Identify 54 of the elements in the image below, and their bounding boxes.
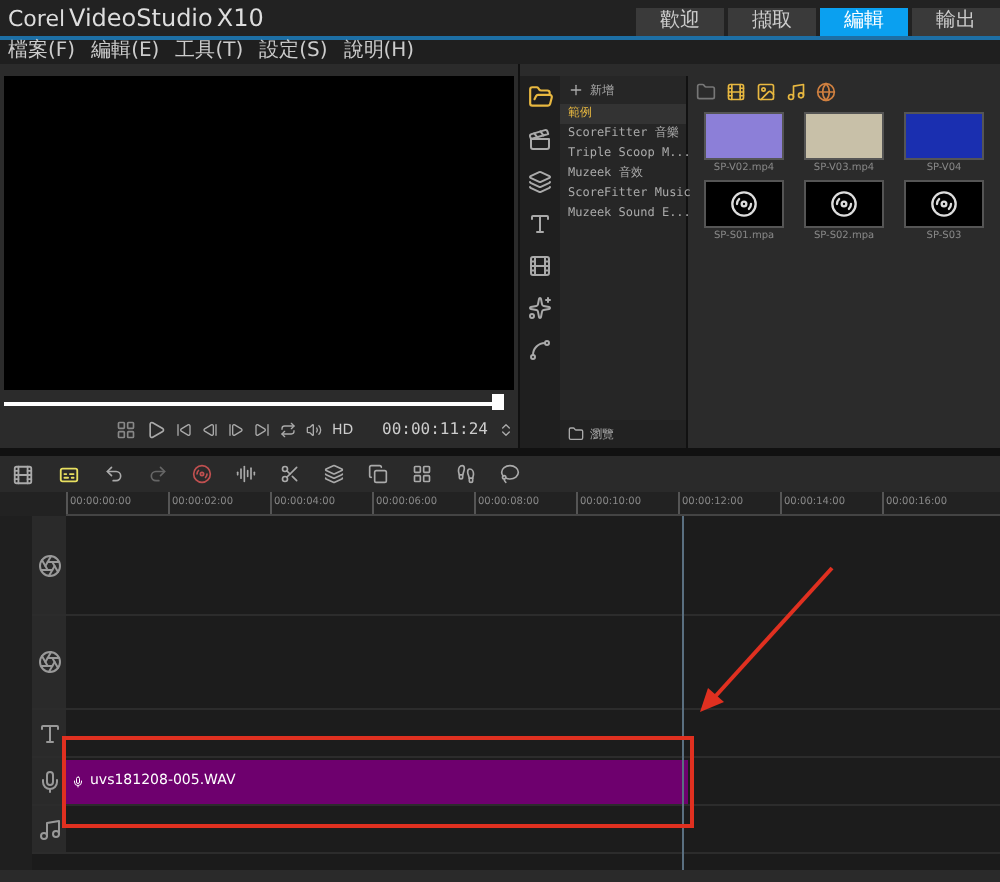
timecode[interactable]: 00:00:11:24 — [382, 418, 488, 443]
filter-icon[interactable] — [528, 296, 552, 320]
play-icon[interactable] — [146, 420, 166, 441]
record-icon[interactable] — [192, 464, 212, 484]
scrubber-thumb[interactable] — [492, 393, 505, 410]
music-note-icon — [37, 817, 61, 841]
timeline-view-icon[interactable] — [12, 463, 34, 485]
mask-icon[interactable] — [500, 464, 520, 484]
audio-filter-icon[interactable] — [786, 82, 806, 102]
redo-icon[interactable] — [148, 464, 168, 484]
video-thumbnail[interactable] — [704, 112, 784, 160]
video-thumbnail[interactable] — [804, 112, 884, 160]
app-logo: Corel VideoStudio X10 — [6, 1, 266, 36]
repeat-icon[interactable] — [280, 422, 296, 439]
speed-icon[interactable] — [456, 464, 476, 484]
menu-item[interactable]: 說明(H) — [343, 42, 415, 62]
menu-item[interactable]: 檔案(F) — [8, 42, 76, 62]
workspace-tab[interactable]: 輸出 — [912, 8, 1000, 36]
step-back-icon[interactable] — [202, 422, 218, 439]
audio-thumbnail[interactable] — [904, 180, 984, 228]
skip-forward-icon[interactable] — [254, 422, 270, 439]
storyboard-icon[interactable] — [58, 463, 80, 485]
split-screen-icon[interactable] — [412, 464, 432, 484]
path-icon[interactable] — [528, 338, 552, 362]
undo-icon[interactable] — [104, 464, 124, 484]
disc-icon — [830, 190, 858, 218]
title-icon — [37, 721, 61, 745]
microphone-icon — [72, 775, 84, 787]
spinner-icon[interactable] — [498, 422, 514, 439]
workspace-tab[interactable]: 擷取 — [728, 8, 816, 36]
microphone-icon — [37, 769, 61, 793]
video-filter-icon[interactable] — [726, 82, 746, 102]
browse-icon[interactable] — [568, 426, 584, 442]
menu-item[interactable]: 工具(T) — [175, 42, 244, 62]
disc-icon — [730, 190, 758, 218]
disc-icon — [930, 190, 958, 218]
step-forward-icon[interactable] — [228, 422, 244, 439]
audio-mixer-icon[interactable] — [236, 464, 256, 484]
add-icon[interactable] — [568, 82, 584, 98]
video-thumbnail[interactable] — [904, 112, 984, 160]
media-icon[interactable] — [527, 84, 553, 110]
skip-back-icon[interactable] — [176, 422, 192, 439]
volume-icon[interactable] — [306, 422, 322, 439]
mode-icon[interactable] — [116, 420, 136, 441]
instant-project-icon[interactable] — [528, 128, 552, 152]
menu-item[interactable]: 設定(S) — [259, 42, 328, 62]
image-filter-icon[interactable] — [756, 82, 776, 102]
globe-icon[interactable] — [816, 82, 836, 102]
folder-icon[interactable] — [696, 82, 716, 102]
workspace-tab[interactable]: 歡迎 — [636, 8, 724, 36]
audio-thumbnail[interactable] — [804, 180, 884, 228]
menu-item[interactable]: 編輯(E) — [91, 42, 160, 62]
title-icon[interactable] — [528, 212, 552, 236]
audio-thumbnail[interactable] — [704, 180, 784, 228]
